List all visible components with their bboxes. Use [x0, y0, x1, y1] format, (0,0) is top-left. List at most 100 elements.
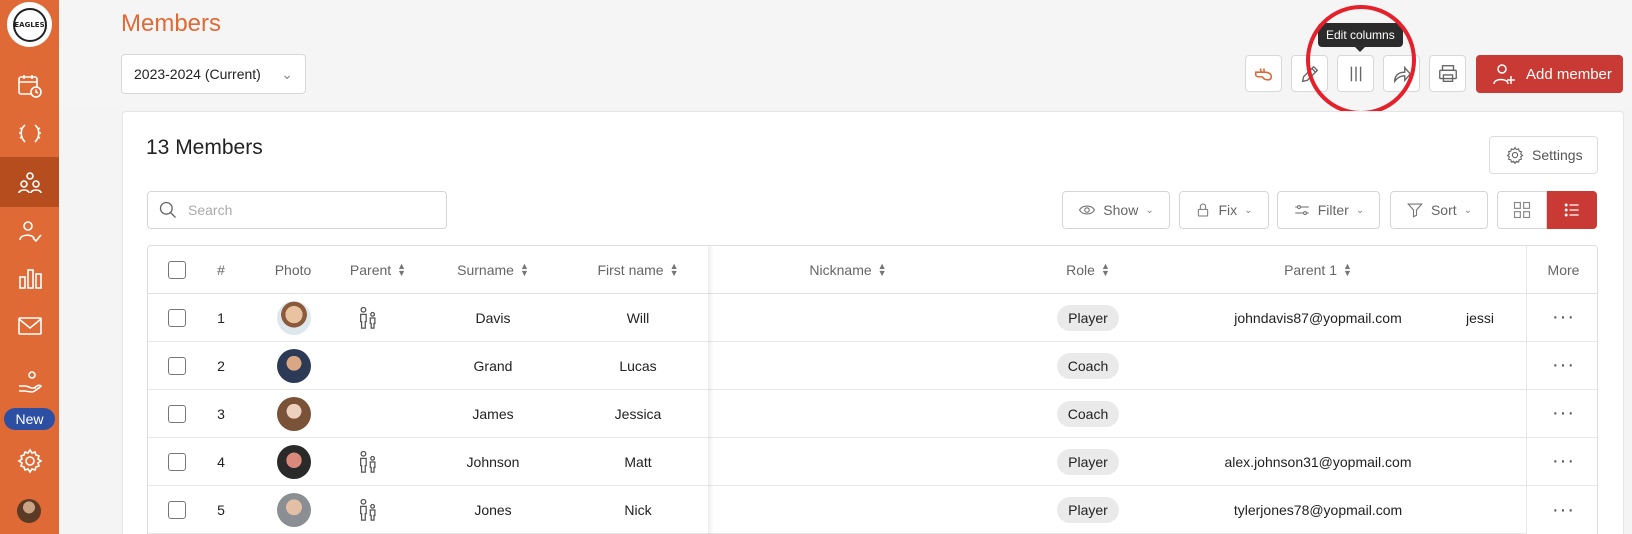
parent-icon-cell: [353, 486, 383, 534]
row-number: 3: [217, 406, 225, 422]
parent-child-icon: [360, 306, 376, 329]
season-select[interactable]: 2023-2024 (Current) ⌄: [121, 54, 306, 94]
parent-child-icon: [360, 450, 376, 473]
settings-button[interactable]: Settings: [1489, 136, 1598, 174]
role-cell: Coach: [1018, 342, 1158, 390]
header-role[interactable]: Role ▲ ▼: [1018, 246, 1158, 294]
show-label: Show: [1103, 202, 1139, 218]
header-surname[interactable]: Surname ▲ ▼: [433, 246, 553, 294]
caret-down-icon: ⌄: [1463, 204, 1473, 216]
members-icon[interactable]: [0, 157, 59, 207]
more-actions-cell[interactable]: ···: [1527, 390, 1597, 438]
row-checkbox-cell[interactable]: [162, 438, 192, 486]
table-row[interactable]: 1 Davis Will Player johndavis87@yopmail.…: [148, 294, 1597, 342]
add-member-button[interactable]: Add member: [1476, 55, 1623, 93]
select-all-checkbox-cell[interactable]: [162, 246, 192, 294]
row-checkbox-cell[interactable]: [162, 294, 192, 342]
header-first-name[interactable]: First name ▲ ▼: [573, 246, 703, 294]
parent1-cell: johndavis87@yopmail.com: [1234, 310, 1402, 326]
sort-arrows-icon: ▲ ▼: [1100, 261, 1110, 278]
fix-button[interactable]: Fix ⌄: [1179, 191, 1269, 229]
laurel-icon[interactable]: [0, 111, 59, 157]
header-first-name-label: First name: [597, 262, 664, 278]
members-count-title: 13 Members: [146, 136, 263, 159]
sort-arrows-icon: ▲ ▼: [397, 261, 407, 278]
search-box[interactable]: [147, 191, 447, 229]
parent-icon-cell: [353, 294, 383, 342]
header-role-label: Role: [1066, 262, 1095, 278]
first-name-cell: Matt: [624, 454, 652, 470]
settings-gear-icon[interactable]: [0, 438, 59, 484]
mail-icon[interactable]: [0, 303, 59, 349]
search-input[interactable]: [188, 202, 428, 218]
header-parent1[interactable]: Parent 1 ▲ ▼: [1218, 246, 1418, 294]
row-number: 5: [217, 502, 225, 518]
user-avatar[interactable]: [17, 499, 41, 523]
logo-text: EAGLES: [12, 7, 47, 42]
member-photo-cell: [276, 438, 312, 486]
filter-button[interactable]: Filter ⌄: [1277, 191, 1380, 229]
table-row[interactable]: 2 Grand Lucas Coach: [148, 342, 1597, 390]
table-row[interactable]: 4 Johnson Matt Player alex.johnson31@yop…: [148, 438, 1597, 486]
header-nickname-label: Nickname: [809, 262, 872, 278]
role-badge: Coach: [1056, 353, 1120, 379]
more-dots-icon[interactable]: ···: [1552, 450, 1575, 473]
sidebar: EAGLES New: [0, 0, 59, 534]
role-cell: Player: [1018, 486, 1158, 534]
gear-icon: [1506, 146, 1524, 164]
role-badge: Player: [1057, 497, 1119, 523]
more-actions-cell[interactable]: ···: [1527, 486, 1597, 534]
role-badge: Coach: [1056, 401, 1120, 427]
surname-cell: Johnson: [466, 454, 520, 470]
stats-icon[interactable]: [0, 255, 59, 301]
row-checkbox-cell[interactable]: [162, 486, 192, 534]
club-logo[interactable]: EAGLES: [7, 2, 52, 47]
row-checkbox-cell[interactable]: [162, 342, 192, 390]
more-dots-icon[interactable]: ···: [1552, 402, 1575, 425]
member-photo-cell: [276, 486, 312, 534]
member-photo: [277, 349, 311, 383]
row-checkbox[interactable]: [168, 309, 186, 327]
user-check-icon[interactable]: [0, 208, 59, 254]
whistle-button[interactable]: [1245, 55, 1282, 92]
row-checkbox-cell[interactable]: [162, 390, 192, 438]
select-all-checkbox[interactable]: [168, 261, 186, 279]
row-checkbox[interactable]: [168, 405, 186, 423]
table-row[interactable]: 3 James Jessica Coach: [148, 390, 1597, 438]
sort-arrows-icon: ▲ ▼: [519, 261, 529, 278]
role-badge: Player: [1057, 305, 1119, 331]
show-button[interactable]: Show ⌄: [1062, 191, 1170, 229]
member-photo-cell: [276, 390, 312, 438]
sort-button[interactable]: Sort ⌄: [1390, 191, 1488, 229]
more-column: More ··· ··· ··· ··· ···: [1526, 246, 1597, 534]
parent1-cell: tylerjones78@yopmail.com: [1233, 502, 1403, 518]
member-photo: [277, 493, 311, 527]
header-nickname[interactable]: Nickname ▲ ▼: [748, 246, 948, 294]
more-dots-icon[interactable]: ···: [1552, 306, 1575, 329]
grid-view-button[interactable]: [1497, 191, 1547, 229]
role-cell: Player: [1018, 438, 1158, 486]
list-view-button[interactable]: [1547, 191, 1597, 229]
row-checkbox[interactable]: [168, 501, 186, 519]
more-actions-cell[interactable]: ···: [1527, 438, 1597, 486]
more-actions-cell[interactable]: ···: [1527, 294, 1597, 342]
sort-arrows-icon: ▲ ▼: [877, 261, 887, 278]
parent1-cell: alex.johnson31@yopmail.com: [1224, 454, 1412, 470]
search-icon: [159, 201, 176, 218]
table-row[interactable]: 5 Jones Nick Player tylerjones78@yopmail…: [148, 486, 1597, 534]
more-dots-icon[interactable]: ···: [1552, 354, 1575, 377]
row-checkbox[interactable]: [168, 453, 186, 471]
calendar-clock-icon[interactable]: [0, 63, 59, 109]
row-checkbox[interactable]: [168, 357, 186, 375]
more-dots-icon[interactable]: ···: [1552, 499, 1575, 522]
parent-icon-cell: [353, 438, 383, 486]
more-actions-cell[interactable]: ···: [1527, 342, 1597, 390]
caret-down-icon: ⌄: [1244, 204, 1253, 216]
caret-down-icon: ⌄: [1145, 204, 1154, 216]
new-badge[interactable]: New: [4, 408, 55, 430]
print-button[interactable]: [1429, 55, 1466, 92]
chevron-down-icon: ⌄: [281, 65, 293, 82]
role-cell: Player: [1018, 294, 1158, 342]
donate-hand-icon[interactable]: [0, 364, 59, 400]
header-parent[interactable]: Parent ▲ ▼: [333, 246, 423, 294]
